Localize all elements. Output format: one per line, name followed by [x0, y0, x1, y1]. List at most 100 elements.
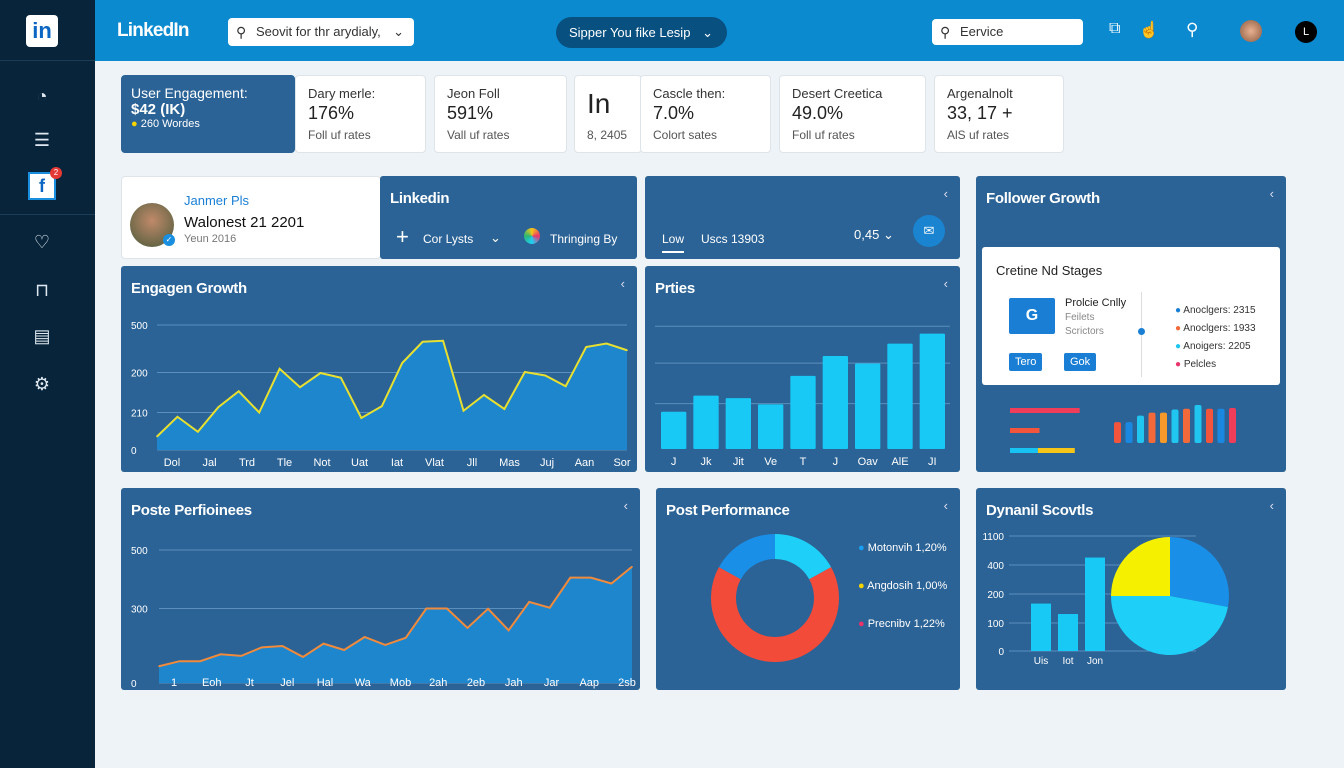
- share-icon[interactable]: ⧉: [1109, 20, 1120, 38]
- data-point: [404, 636, 407, 639]
- vbar: [1229, 408, 1236, 443]
- stat-card[interactable]: In 8, 2405: [574, 75, 642, 153]
- x-tick-label: Jk: [701, 456, 713, 468]
- data-point: [384, 644, 387, 646]
- stat-label: Dary merle:: [308, 86, 376, 101]
- x-tick-label: Trd: [239, 457, 255, 469]
- x-tick-label: Wa: [355, 677, 372, 689]
- legend-swatch: ●: [858, 580, 865, 592]
- data-point: [503, 408, 506, 410]
- data-point: [156, 435, 158, 438]
- slider-dot: [1138, 328, 1145, 335]
- data-point: [524, 371, 526, 373]
- profile-since: Yeun 2016: [184, 233, 237, 245]
- chevron-left-icon[interactable]: ‹: [944, 186, 948, 201]
- plus-icon[interactable]: +: [396, 224, 409, 250]
- vbar: [1194, 405, 1202, 443]
- y-tick-label: 0: [131, 446, 137, 457]
- value-dropdown[interactable]: 0,45 ⌄: [854, 227, 894, 243]
- bar: [1058, 614, 1078, 651]
- heart-icon[interactable]: ♡: [30, 230, 54, 254]
- legend-label: Angdosih 1,00%: [867, 580, 948, 592]
- bar: [919, 333, 945, 449]
- hand-icon[interactable]: ☝: [1139, 20, 1159, 40]
- stat-sub: Colort sates: [653, 128, 718, 142]
- data-point: [302, 656, 304, 658]
- x-tick-label: Sor: [613, 457, 630, 469]
- bar: [855, 363, 881, 449]
- trending-link[interactable]: Thringing By: [550, 232, 617, 246]
- stat-sub: Foll uf rates: [792, 128, 855, 142]
- user-menu-button[interactable]: L: [1295, 21, 1317, 43]
- book-icon[interactable]: ⊓: [30, 278, 54, 302]
- x-tick-label: T: [800, 456, 807, 468]
- x-tick-label: JI: [928, 456, 937, 468]
- stat-value: 7.0%: [653, 103, 695, 123]
- settings-icon[interactable]: ⚙: [30, 372, 54, 396]
- legend-label: Precnibv 1,22%: [867, 618, 945, 630]
- prties-bar-chart: J Jk Jit Ve T J Oav AlE JI: [655, 325, 950, 468]
- tab-users[interactable]: Uscs 13903: [701, 232, 764, 246]
- stat-value: 49.0%: [792, 103, 844, 123]
- x-tick-label: Hal: [317, 677, 334, 689]
- y-tick-label: 500: [131, 546, 148, 557]
- bar: [725, 398, 751, 449]
- data-point: [343, 649, 345, 651]
- legend-item: ● Precnibv 1,22%: [858, 618, 947, 630]
- search-icon[interactable]: ⚲: [1186, 20, 1198, 40]
- add-list-button[interactable]: Cor Lysts: [423, 232, 473, 246]
- legend-label: Anoigers: 2205: [1183, 341, 1251, 352]
- legend: ● Motonvih 1,20% ● Angdosih 1,00% ● Precni…: [858, 542, 947, 656]
- stat-value: 33, 17 +: [947, 103, 1013, 123]
- stat-card[interactable]: Desert Creetica 49.0% Foll uf rates: [779, 75, 926, 153]
- service-search-input[interactable]: ⚲ Eervice: [932, 19, 1083, 45]
- data-point: [237, 390, 240, 393]
- account-switcher[interactable]: Sipper You fike Lesip ⌄: [556, 17, 727, 48]
- stat-card[interactable]: Jeon Foll 591% Vall uf rates: [434, 75, 567, 153]
- linkedin-logo[interactable]: in: [26, 15, 58, 47]
- mail-icon[interactable]: ✉: [913, 215, 945, 247]
- x-tick-label: J: [833, 456, 839, 468]
- tero-button[interactable]: Tero: [1009, 353, 1043, 371]
- chevron-down-icon: ⌄: [702, 25, 713, 40]
- profile-name[interactable]: Janmer Pls: [184, 193, 249, 208]
- panel-title: Linkedin: [390, 190, 450, 207]
- x-tick-label: Ve: [764, 456, 777, 468]
- stat-value: $42 (IK): [131, 101, 186, 118]
- bar: [822, 356, 848, 449]
- stat-card[interactable]: Dary merle: 176% Foll uf rates: [295, 75, 426, 153]
- legend-swatch: ●: [1175, 323, 1182, 334]
- search-input[interactable]: ⚲ Seovit for thr arydialy, ⌄: [228, 18, 414, 46]
- tab-low[interactable]: Low: [662, 232, 685, 253]
- dynamic-scouts-panel: Dynanil Scovtls ‹ 0 100 200 400 1100 Uis Iot Jo…: [976, 488, 1286, 690]
- vbar: [1125, 422, 1133, 443]
- hbar: [1037, 448, 1075, 453]
- avatar[interactable]: [1240, 20, 1262, 42]
- stat-sub: Foll uf rates: [308, 128, 371, 142]
- chevron-down-icon[interactable]: ⌄: [490, 230, 501, 246]
- data-point: [319, 372, 322, 374]
- chevron-down-icon: ⌄: [882, 227, 894, 242]
- follower-growth-panel: Follower Growth ‹ Cretine Nd Stages G Pr…: [976, 176, 1286, 472]
- chevron-left-icon[interactable]: ‹: [1270, 186, 1274, 201]
- document-icon[interactable]: ▤: [30, 324, 54, 348]
- bar: [693, 395, 719, 449]
- dot-icon: ●: [131, 118, 138, 130]
- x-tick-label: Vlat: [425, 457, 444, 469]
- list-icon[interactable]: ☰: [30, 128, 54, 152]
- data-point: [462, 409, 465, 412]
- engagement-growth-panel: Engagen Growth ‹ 0 210 200 500 Dol Jal Trd Tle N…: [121, 266, 637, 472]
- stat-card[interactable]: Cascle then: 7.0% Colort sates: [640, 75, 771, 153]
- donut-slice: [711, 567, 839, 662]
- gok-button[interactable]: Gok: [1064, 353, 1097, 371]
- dashboard-gauge-icon[interactable]: ◔: [30, 84, 54, 108]
- profile-card[interactable]: ✓ Janmer Pls Walonest 21 2201 Yeun 2016: [121, 176, 381, 259]
- y-tick-label: 400: [987, 561, 1004, 572]
- data-point: [631, 565, 633, 568]
- stat-card-user-engagement[interactable]: User Engagement: $42 (IK) ● 260 Wordes: [121, 75, 295, 153]
- vbar: [1114, 422, 1121, 443]
- stat-card[interactable]: Argenalnolt 33, 17 + AlS uf rates: [934, 75, 1064, 153]
- x-tick-label: 2eb: [467, 677, 485, 689]
- data-point: [217, 406, 220, 409]
- bar: [790, 375, 816, 449]
